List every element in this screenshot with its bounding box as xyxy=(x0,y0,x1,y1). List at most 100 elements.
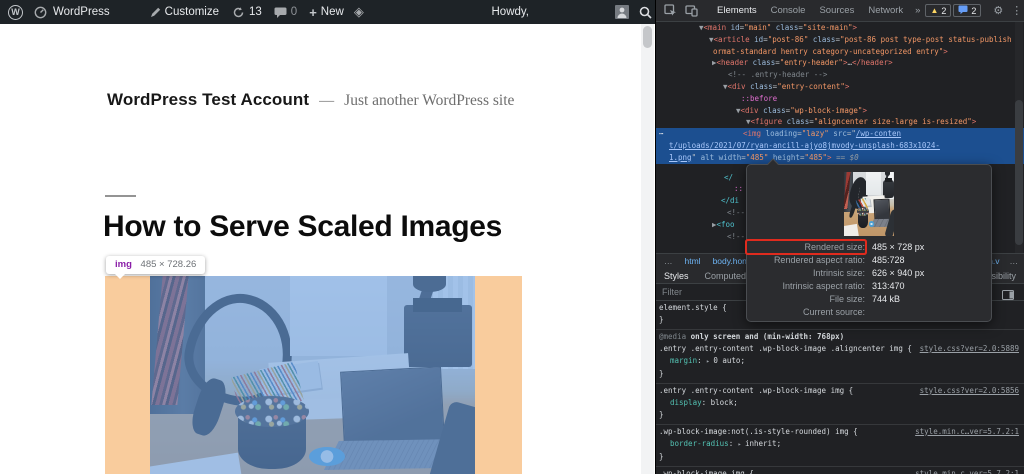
photo-laptop-screen xyxy=(873,198,890,221)
row-hover-dots[interactable]: ⋯ xyxy=(659,128,664,140)
dashboard-gauge-icon[interactable] xyxy=(34,6,47,19)
tree-row[interactable]: ormat-standard hentry category-uncategor… xyxy=(656,46,1024,58)
tree-row[interactable]: ▼<main id="main" class="site-main"> xyxy=(656,22,1024,34)
tree-row[interactable]: ::before xyxy=(656,93,1024,105)
wordpress-logo-icon[interactable]: W xyxy=(8,5,23,20)
photo-tape-roll xyxy=(869,221,875,226)
more-tabs-icon[interactable]: » xyxy=(910,5,925,16)
css-rule[interactable]: @media only screen and (min-width: 768px… xyxy=(656,330,1024,384)
css-rule[interactable]: .wp-block-image img {style.min.c…ver=5.7… xyxy=(656,467,1024,474)
image-thumbnail xyxy=(844,172,894,236)
tree-row[interactable]: 1.png" alt width="485" height="485"> == … xyxy=(656,152,1024,164)
content-highlight-overlay xyxy=(150,276,475,474)
preview-value: 626 × 940 px xyxy=(872,267,991,279)
console-message-icon xyxy=(958,5,968,16)
stylesheet-link[interactable]: style.min.c…ver=5.7.2:1 xyxy=(915,468,1019,474)
title-separator: — xyxy=(319,93,334,110)
device-toolbar-icon[interactable] xyxy=(681,5,702,17)
admin-bar-updates[interactable]: 13 xyxy=(232,6,262,19)
avatar[interactable] xyxy=(615,5,629,19)
inspect-element-icon[interactable] xyxy=(660,4,681,17)
preview-value: 313:470 xyxy=(872,280,991,292)
tab-accessibility-cut[interactable]: sibility xyxy=(991,271,1016,281)
wp-admin-bar: W WordPress Customize 13 0 + New ◈ H xyxy=(0,0,655,24)
site-title[interactable]: WordPress Test Account xyxy=(107,90,309,110)
comments-bubble-icon xyxy=(274,7,287,18)
site-tagline: Just another WordPress site xyxy=(344,92,514,110)
browser-scrollbar[interactable] xyxy=(641,24,654,474)
preview-label: Current source: xyxy=(747,306,865,318)
margin-highlight-left xyxy=(105,276,150,474)
tree-row[interactable]: ▼<figure class="aligncenter size-large i… xyxy=(656,116,1024,128)
messages-badge[interactable]: 2 xyxy=(953,4,981,17)
plugin-diamond-icon[interactable]: ◈ xyxy=(354,4,364,20)
preview-label: Rendered aspect ratio: xyxy=(747,254,865,266)
admin-bar-howdy[interactable]: Howdy, xyxy=(492,6,530,18)
scrollbar-thumb[interactable] xyxy=(643,26,652,48)
tree-row[interactable]: ▼<div class="entry-content"> xyxy=(656,81,1024,93)
preview-label: Intrinsic size: xyxy=(747,267,865,279)
preview-value: 485:728 xyxy=(872,254,991,266)
updates-icon xyxy=(232,6,245,19)
post-title: How to Serve Scaled Images xyxy=(103,210,502,244)
admin-bar-new[interactable]: + New xyxy=(309,5,344,20)
stylesheet-link[interactable]: style.css?ver=2.0:5889 xyxy=(920,343,1019,355)
settings-gear-icon[interactable]: ⚙ xyxy=(989,4,1007,17)
stylesheet-link[interactable]: style.css?ver=2.0:5856 xyxy=(920,385,1019,397)
tree-row[interactable]: ▶<header class="entry-header">…</header> xyxy=(656,57,1024,69)
admin-bar-comments[interactable]: 0 xyxy=(274,6,297,18)
tab-network[interactable]: Network xyxy=(861,5,910,16)
entry-divider xyxy=(105,195,136,197)
message-count: 2 xyxy=(971,6,976,16)
new-label: New xyxy=(321,6,344,18)
tab-console[interactable]: Console xyxy=(764,5,813,16)
css-declaration[interactable]: border-radius: ▸ inherit; xyxy=(659,438,1024,451)
kebab-menu-icon[interactable]: ⋮ xyxy=(1007,4,1024,17)
margin-highlight-right xyxy=(475,276,522,474)
elements-scrollbar-thumb[interactable] xyxy=(1015,100,1023,245)
admin-bar-customize[interactable]: Customize xyxy=(150,6,219,18)
browser-viewport: W WordPress Customize 13 0 + New ◈ H xyxy=(0,0,655,474)
customize-label: Customize xyxy=(165,6,219,18)
preview-label: Intrinsic aspect ratio: xyxy=(747,280,865,292)
site-header: WordPress Test Account — Just another Wo… xyxy=(107,90,514,110)
css-rule[interactable]: .entry .entry-content .wp-block-image im… xyxy=(656,384,1024,425)
tooltip-tag-name: img xyxy=(115,259,132,270)
breadcrumb-body[interactable]: body.hon xyxy=(713,256,747,266)
preview-value: 744 kB xyxy=(872,293,991,305)
css-declaration[interactable]: margin: ▸ 0 auto; xyxy=(659,355,1024,368)
stylesheet-link[interactable]: style.min.c…ver=5.7.2:1 xyxy=(915,426,1019,438)
tree-row[interactable]: ▼<div class="wp-block-image"> xyxy=(656,105,1024,117)
comments-count: 0 xyxy=(291,6,297,18)
screenshot-root: W WordPress Customize 13 0 + New ◈ H xyxy=(0,0,1024,474)
warnings-badge[interactable]: ▲ 2 xyxy=(925,4,951,17)
css-rule[interactable]: .wp-block-image:not(.is-style-rounded) i… xyxy=(656,425,1024,467)
selected-element-row[interactable]: <img loading="lazy" src="/wp-conten⋯t/up… xyxy=(656,128,1024,163)
photo-marker-tips xyxy=(857,207,869,216)
devtools-toolbar: Elements Console Sources Network » ▲ 2 2… xyxy=(656,0,1024,22)
tree-row[interactable]: ▼<article id="post-86" class="post-86 po… xyxy=(656,34,1024,46)
breadcrumb-ellipsis[interactable]: … xyxy=(1010,256,1019,266)
post-image[interactable] xyxy=(150,276,475,474)
styles-pane: element.style {}@media only screen and (… xyxy=(656,301,1024,474)
plus-icon: + xyxy=(309,5,317,20)
tab-elements[interactable]: Elements xyxy=(710,5,764,16)
tab-styles[interactable]: Styles xyxy=(664,271,705,281)
updates-count: 13 xyxy=(249,6,262,18)
breadcrumb-html[interactable]: html xyxy=(685,256,701,266)
preview-label: Rendered size: xyxy=(747,241,865,253)
tree-row[interactable]: <!-- .entry-header --> xyxy=(656,69,1024,81)
photo-paper-stack xyxy=(844,224,859,236)
search-icon[interactable] xyxy=(639,6,652,19)
admin-bar-site-name[interactable]: WordPress xyxy=(53,6,110,18)
tree-row[interactable]: <img loading="lazy" src="/wp-conten⋯ xyxy=(656,128,1024,140)
warning-count: 2 xyxy=(941,6,946,16)
photo-typewriter xyxy=(883,180,894,198)
breadcrumb-ellipsis[interactable]: … xyxy=(664,256,673,266)
element-size-tooltip: img 485 × 728.26 xyxy=(106,256,205,274)
tree-row[interactable]: t/uploads/2021/07/ryan-ancill-ajyo8jmvod… xyxy=(656,140,1024,152)
css-declaration[interactable]: display: block; xyxy=(659,397,1024,409)
photo-window xyxy=(866,172,881,195)
warning-icon: ▲ xyxy=(930,6,938,15)
tab-sources[interactable]: Sources xyxy=(812,5,861,16)
